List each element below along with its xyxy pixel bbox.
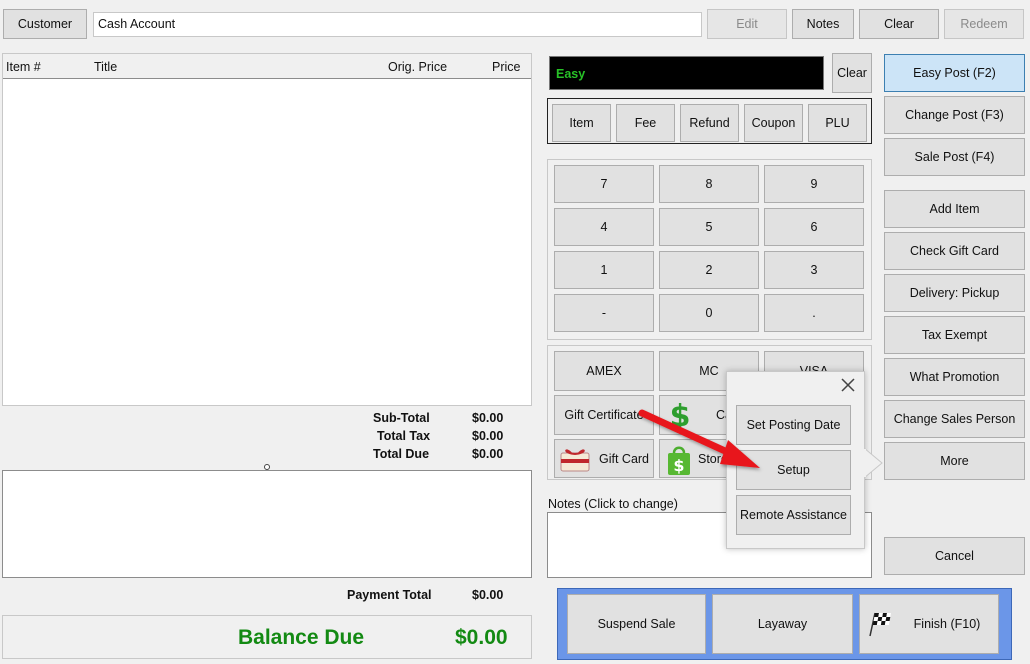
total-tax-label: Total Tax xyxy=(377,429,431,443)
easy-post-button[interactable]: Easy Post (F2) xyxy=(884,54,1025,92)
key-6[interactable]: 6 xyxy=(764,208,864,246)
popup-pointer xyxy=(864,448,883,478)
key-1[interactable]: 1 xyxy=(554,251,654,289)
mode-coupon-button[interactable]: Coupon xyxy=(744,104,803,142)
total-due-label: Total Due xyxy=(373,447,430,461)
payment-total-label: Payment Total xyxy=(347,588,432,602)
entry-display[interactable]: Easy xyxy=(549,56,824,90)
column-price: Price xyxy=(492,60,521,74)
mode-fee-button[interactable]: Fee xyxy=(616,104,675,142)
key-5[interactable]: 5 xyxy=(659,208,759,246)
gift-card-icon xyxy=(559,445,591,476)
more-button[interactable]: More xyxy=(884,442,1025,480)
key-7[interactable]: 7 xyxy=(554,165,654,203)
mode-item-button[interactable]: Item xyxy=(552,104,611,142)
key-8[interactable]: 8 xyxy=(659,165,759,203)
customer-field[interactable]: Cash Account xyxy=(93,12,702,37)
column-item-number: Item # xyxy=(6,60,41,74)
annotation-arrow-icon xyxy=(638,409,760,468)
check-gift-card-button[interactable]: Check Gift Card xyxy=(884,232,1025,270)
entry-mode-text: Easy xyxy=(556,67,586,81)
cancel-button[interactable]: Cancel xyxy=(884,537,1025,575)
clear-button[interactable]: Clear xyxy=(859,9,939,39)
sale-post-button[interactable]: Sale Post (F4) xyxy=(884,138,1025,176)
checkered-flag-icon xyxy=(865,610,893,641)
key-4[interactable]: 4 xyxy=(554,208,654,246)
notes-button[interactable]: Notes xyxy=(792,9,854,39)
suspend-sale-button[interactable]: Suspend Sale xyxy=(567,594,706,654)
balance-due-label: Balance Due xyxy=(238,626,365,649)
items-list[interactable] xyxy=(3,78,531,405)
payments-list[interactable] xyxy=(2,470,532,578)
mode-refund-button[interactable]: Refund xyxy=(680,104,739,142)
mode-plu-button[interactable]: PLU xyxy=(808,104,867,142)
tender-amex-button[interactable]: AMEX xyxy=(554,351,654,391)
tax-exempt-button[interactable]: Tax Exempt xyxy=(884,316,1025,354)
items-table-header: Item # Title Orig. Price Price xyxy=(3,54,531,78)
subtotal-value: $0.00 xyxy=(472,411,504,425)
items-table: Item # Title Orig. Price Price xyxy=(2,53,532,406)
key-0[interactable]: 0 xyxy=(659,294,759,332)
layaway-button[interactable]: Layaway xyxy=(712,594,853,654)
finish-label: Finish (F10) xyxy=(913,617,981,631)
finish-button[interactable]: Finish (F10) xyxy=(859,594,999,654)
close-icon[interactable] xyxy=(841,378,855,395)
payment-total-value: $0.00 xyxy=(472,588,504,602)
edit-button[interactable]: Edit xyxy=(707,9,787,39)
column-title: Title xyxy=(94,60,118,74)
key-minus[interactable]: - xyxy=(554,294,654,332)
key-9[interactable]: 9 xyxy=(764,165,864,203)
change-post-button[interactable]: Change Post (F3) xyxy=(884,96,1025,134)
total-due-value: $0.00 xyxy=(472,447,504,461)
subtotal-label: Sub-Total xyxy=(373,411,430,425)
redeem-button[interactable]: Redeem xyxy=(944,9,1024,39)
what-promotion-button[interactable]: What Promotion xyxy=(884,358,1025,396)
change-sales-person-button[interactable]: Change Sales Person xyxy=(884,400,1025,438)
key-3[interactable]: 3 xyxy=(764,251,864,289)
key-decimal[interactable]: . xyxy=(764,294,864,332)
add-item-button[interactable]: Add Item xyxy=(884,190,1025,228)
notes-label: Notes (Click to change) xyxy=(548,497,678,511)
balance-due-panel: Balance Due $0.00 xyxy=(2,615,532,659)
total-tax-value: $0.00 xyxy=(472,429,504,443)
key-2[interactable]: 2 xyxy=(659,251,759,289)
entry-clear-button[interactable]: Clear xyxy=(832,53,872,93)
remote-assistance-button[interactable]: Remote Assistance xyxy=(736,495,851,535)
customer-button[interactable]: Customer xyxy=(3,9,87,39)
delivery-button[interactable]: Delivery: Pickup xyxy=(884,274,1025,312)
column-orig-price: Orig. Price xyxy=(388,60,448,74)
balance-due-value: $0.00 xyxy=(455,626,508,649)
